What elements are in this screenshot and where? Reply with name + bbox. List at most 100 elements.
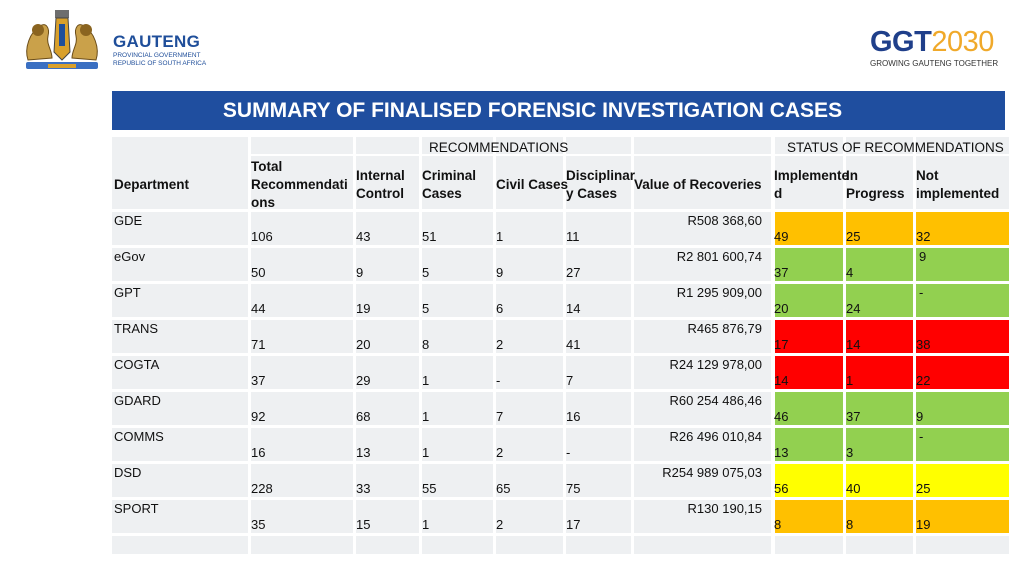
column-header-total: Total Recommendati ons [251,159,348,210]
cell-not-implemented: - [919,429,924,444]
cell-not-implemented: 9 [919,249,927,264]
cell-disciplinary: 17 [566,517,581,532]
gauteng-subtitle-government: PROVINCIAL GOVERNMENT [113,52,201,59]
column-header-implemented: Implemente d [774,168,850,201]
table-row: GPT 44 19 5 6 14 R1 295 909,00 20 24 - [112,282,1009,318]
cell-in-progress: 24 [846,301,861,316]
cell-implemented: 20 [774,301,789,316]
column-header-disciplinary: Disciplinar y Cases [566,168,636,201]
cell-value: R1 295 909,00 [676,285,762,300]
cell-internal: 19 [356,301,371,316]
cell-implemented: 14 [774,373,789,388]
cell-disciplinary: 7 [566,373,574,388]
cell-total: 44 [251,301,266,316]
cell-internal: 33 [356,481,371,496]
cell-disciplinary: 16 [566,409,581,424]
cell-value: R130 190,15 [687,501,762,516]
cell-implemented: 46 [774,409,789,424]
cell-disciplinary: 75 [566,481,581,496]
column-header-not-implemented: Not implemented [916,168,1000,201]
column-header-internal: Internal Control [356,168,405,201]
gauteng-coat-of-arms-logo [26,10,98,69]
cell-internal: 43 [356,229,371,244]
cell-department: GDARD [114,393,161,408]
cell-civil: 2 [496,445,504,460]
table-row: eGov 50 9 5 9 27 R2 801 600,74 37 4 9 [112,246,1009,282]
cell-disciplinary: 14 [566,301,581,316]
table-row: COMMS 16 13 1 2 - R26 496 010,84 13 3 - [112,426,1009,462]
cell-not-implemented: 9 [916,409,924,424]
cell-in-progress: 3 [846,445,854,460]
cell-civil: 65 [496,481,511,496]
cell-value: R508 368,60 [687,213,762,228]
ggt2030-logo: GGT2030 GROWING GAUTENG TOGETHER [870,26,1010,69]
cell-criminal: 8 [422,337,430,352]
cell-civil: 9 [496,265,504,280]
cell-civil: 1 [496,229,504,244]
cell-total: 16 [251,445,266,460]
cell-internal: 29 [356,373,371,388]
cell-total: 71 [251,337,266,352]
cell-internal: 68 [356,409,371,424]
cell-department: COGTA [114,357,160,372]
cell-disciplinary: 41 [566,337,581,352]
cell-disciplinary: - [566,445,571,460]
ggt-logo-year: 2030 [931,26,994,58]
forensic-cases-table: RECOMMENDATIONS STATUS OF RECOMMENDATIONS… [112,137,1009,554]
cell-implemented: 56 [774,481,789,496]
cell-total: 50 [251,265,266,280]
cell-department: DSD [114,465,142,480]
cell-disciplinary: 27 [566,265,581,280]
cell-implemented: 8 [774,517,782,532]
cell-not-implemented: 38 [916,337,931,352]
cell-not-implemented: 25 [916,481,931,496]
cell-department: COMMS [114,429,164,444]
cell-implemented: 49 [774,229,789,244]
cell-civil: 2 [496,337,504,352]
slide-title-banner: SUMMARY OF FINALISED FORENSIC INVESTIGAT… [112,91,1005,130]
cell-criminal: 51 [422,229,437,244]
cell-in-progress: 4 [846,265,854,280]
cell-department: GPT [114,285,141,300]
cell-criminal: 1 [422,373,430,388]
cell-department: SPORT [114,501,159,516]
cell-internal: 9 [356,265,364,280]
cell-value: R465 876,79 [687,321,762,336]
column-header-department: Department [114,177,190,192]
cell-civil: 6 [496,301,504,316]
status-group-header: STATUS OF RECOMMENDATIONS [787,140,1004,155]
cell-civil: 2 [496,517,504,532]
cell-civil: 7 [496,409,504,424]
cell-value: R2 801 600,74 [676,249,762,264]
cell-not-implemented: 19 [916,517,931,532]
cell-value: R254 989 075,03 [662,465,762,480]
cell-value: R60 254 486,46 [669,393,762,408]
cell-in-progress: 1 [846,373,854,388]
column-header-value: Value of Recoveries [634,177,762,192]
gauteng-name: GAUTENG [113,32,201,51]
table-row: TRANS 71 20 8 2 41 R465 876,79 17 14 38 [112,318,1009,354]
cell-criminal: 1 [422,445,430,460]
cell-in-progress: 37 [846,409,861,424]
column-header-civil: Civil Cases [496,177,569,192]
cell-implemented: 13 [774,445,789,460]
cell-criminal: 55 [422,481,437,496]
cell-not-implemented: 22 [916,373,931,388]
cell-criminal: 1 [422,409,430,424]
table-row: COGTA 37 29 1 - 7 R24 129 978,00 14 1 22 [112,354,1009,390]
table-row: SPORT 35 15 1 2 17 R130 190,15 8 8 19 [112,498,1009,534]
slide-title: SUMMARY OF FINALISED FORENSIC INVESTIGAT… [222,99,843,122]
cell-criminal: 5 [422,301,430,316]
cell-total: 106 [251,229,273,244]
cell-total: 35 [251,517,266,532]
cell-in-progress: 8 [846,517,854,532]
cell-disciplinary: 11 [566,229,580,244]
cell-total: 228 [251,481,273,496]
cell-in-progress: 14 [846,337,861,352]
cell-in-progress: 40 [846,481,861,496]
gauteng-subtitle-country: REPUBLIC OF SOUTH AFRICA [113,60,207,67]
cell-internal: 15 [356,517,371,532]
cell-value: R24 129 978,00 [669,357,762,372]
cell-not-implemented: - [919,285,924,300]
cell-civil: - [496,373,501,388]
